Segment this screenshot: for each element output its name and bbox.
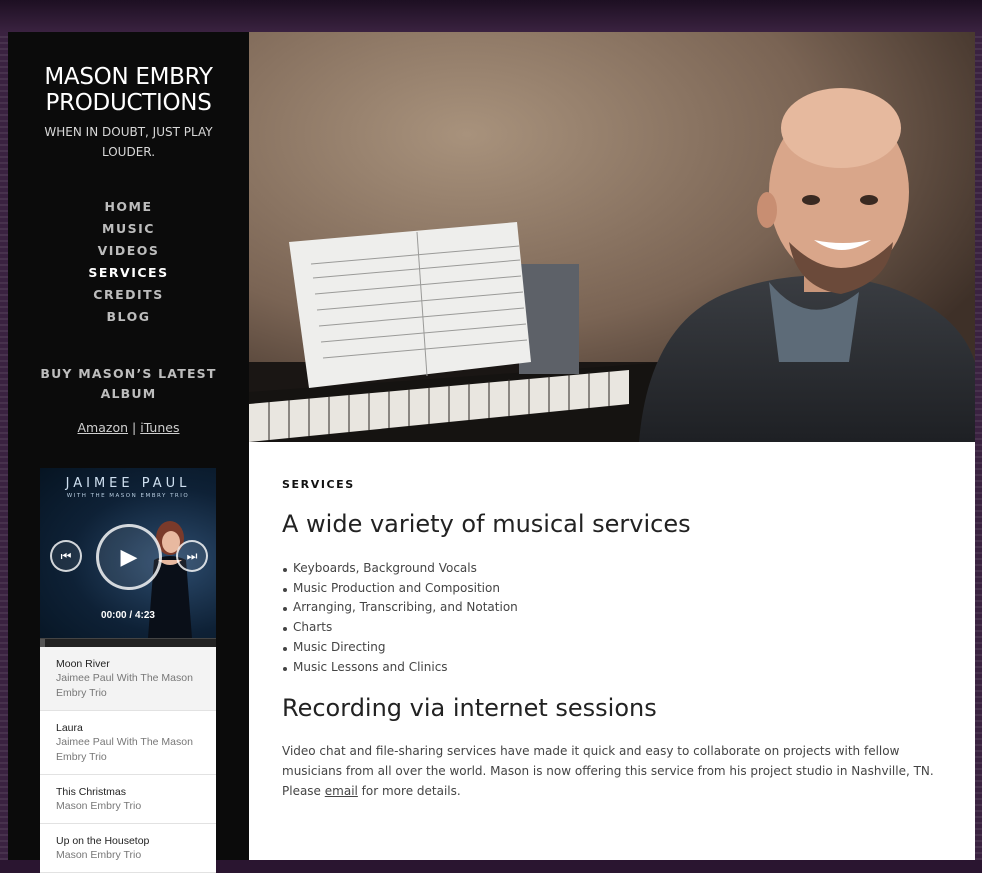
play-icon[interactable]: ▶: [96, 524, 162, 590]
nav-item-services[interactable]: SERVICES: [8, 262, 249, 284]
track-artist: Mason Embry Trio: [56, 800, 142, 812]
itunes-link[interactable]: iTunes: [140, 420, 179, 435]
skip-forward-icon[interactable]: ⏭: [176, 540, 208, 572]
track-list: Moon River Jaimee Paul With The Mason Em…: [40, 647, 216, 873]
main-content: SERVICES A wide variety of musical servi…: [249, 32, 975, 860]
nav-item-videos[interactable]: VIDEOS: [8, 240, 249, 262]
sidebar: MASON EMBRY PRODUCTIONS WHEN IN DOUBT, J…: [8, 32, 249, 873]
cover-artist: JAIMEE PAUL: [65, 476, 191, 491]
track-title: This Christmas: [56, 786, 127, 798]
track-title: Moon River: [56, 658, 110, 670]
progress-bar[interactable]: [40, 638, 216, 647]
track-artist: Jaimee Paul With The Mason Embry Trio: [56, 736, 193, 763]
services-heading: A wide variety of musical services: [282, 510, 691, 538]
list-item: Music Lessons and Clinics: [283, 658, 942, 678]
track-title: Laura: [56, 722, 83, 734]
hero-photo: [249, 32, 975, 442]
site-title-line1: MASON EMBRY: [44, 64, 213, 90]
recording-paragraph: Video chat and file-sharing services hav…: [282, 741, 942, 801]
site-title-line2: PRODUCTIONS: [45, 90, 212, 116]
track-artist: Mason Embry Trio: [56, 849, 142, 861]
list-item: Arranging, Transcribing, and Notation: [283, 598, 942, 618]
site-tagline: WHEN IN DOUBT, JUST PLAY LOUDER.: [44, 125, 213, 159]
progress-fill: [40, 639, 46, 647]
track-item[interactable]: This Christmas Mason Embry Trio: [40, 775, 216, 824]
page-top-band: [0, 0, 982, 32]
track-item[interactable]: Up on the Housetop Mason Embry Trio: [40, 824, 216, 873]
track-title: Up on the Housetop: [56, 835, 150, 847]
list-item: Keyboards, Background Vocals: [283, 559, 942, 579]
main-nav: HOME MUSIC VIDEOS SERVICES CREDITS BLOG: [8, 196, 249, 328]
skip-back-icon[interactable]: ⏮: [50, 540, 82, 572]
store-separator: |: [132, 420, 137, 435]
site-title[interactable]: MASON EMBRY PRODUCTIONS: [8, 64, 249, 116]
recording-heading: Recording via internet sessions: [282, 694, 657, 723]
track-item[interactable]: Laura Jaimee Paul With The Mason Embry T…: [40, 711, 216, 775]
time-readout: 00:00 / 4:23: [40, 610, 216, 621]
time-current: 00:00: [101, 610, 127, 621]
nav-item-home[interactable]: HOME: [8, 196, 249, 218]
nav-item-music[interactable]: MUSIC: [8, 218, 249, 240]
track-artist: Jaimee Paul With The Mason Embry Trio: [56, 672, 193, 699]
nav-item-blog[interactable]: BLOG: [8, 306, 249, 328]
amazon-link[interactable]: Amazon: [78, 420, 129, 435]
email-link[interactable]: email: [325, 784, 358, 798]
album-cover: JAIMEE PAUL WITH THE MASON EMBRY TRIO ⏮ …: [40, 468, 216, 638]
list-item: Music Directing: [283, 638, 942, 658]
list-item: Music Production and Composition: [283, 579, 942, 599]
store-links: Amazon | iTunes: [8, 420, 249, 435]
paragraph-text-end: for more details.: [357, 784, 461, 799]
list-item: Charts: [283, 618, 942, 638]
entry-content: SERVICES A wide variety of musical servi…: [249, 442, 975, 801]
time-separator: /: [129, 610, 133, 621]
audio-player: JAIMEE PAUL WITH THE MASON EMBRY TRIO ⏮ …: [40, 468, 216, 873]
time-total: 4:23: [134, 610, 155, 621]
cover-subtitle: WITH THE MASON EMBRY TRIO: [66, 493, 190, 499]
track-item[interactable]: Moon River Jaimee Paul With The Mason Em…: [40, 647, 216, 711]
entry-label: SERVICES: [282, 478, 355, 491]
services-list: Keyboards, Background Vocals Music Produ…: [282, 559, 942, 677]
nav-item-credits[interactable]: CREDITS: [8, 284, 249, 306]
buy-album-heading: BUY MASON’S LATEST ALBUM: [40, 366, 217, 401]
